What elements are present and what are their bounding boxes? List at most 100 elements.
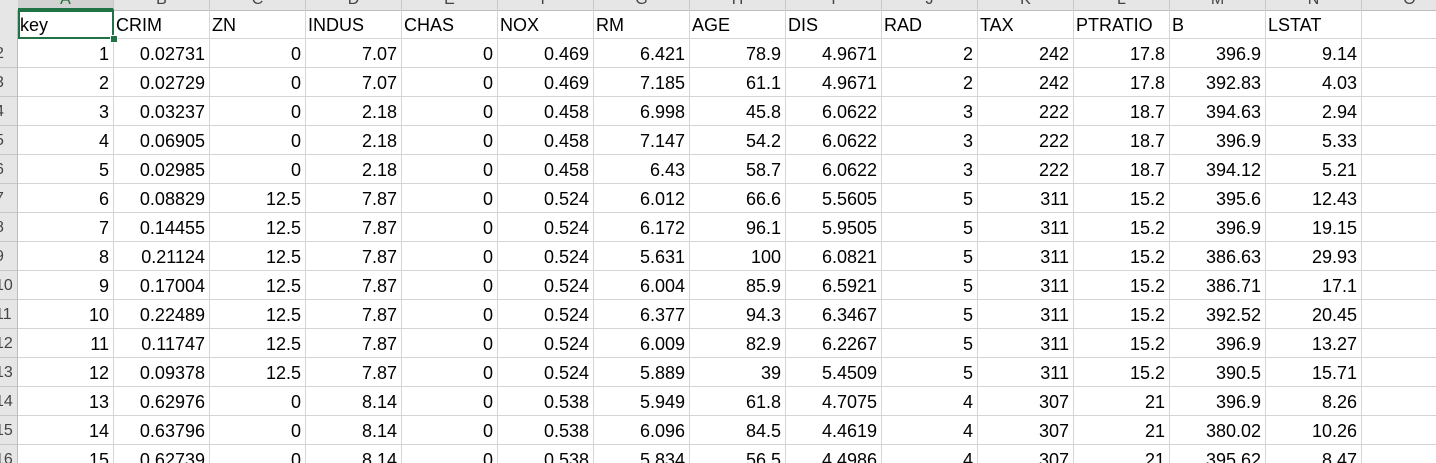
- table-cell[interactable]: 10: [18, 300, 114, 329]
- table-cell[interactable]: 12.5: [210, 358, 306, 387]
- table-cell[interactable]: 0: [402, 184, 498, 213]
- table-cell[interactable]: 14: [18, 416, 114, 445]
- table-cell[interactable]: 18.7: [1074, 97, 1170, 126]
- table-cell[interactable]: 12.5: [210, 300, 306, 329]
- table-cell[interactable]: 0.524: [498, 300, 594, 329]
- table-cell[interactable]: 5.889: [594, 358, 690, 387]
- table-cell[interactable]: 6.0622: [786, 97, 882, 126]
- column-header-b[interactable]: B: [114, 0, 210, 10]
- table-cell[interactable]: 15.2: [1074, 300, 1170, 329]
- table-cell[interactable]: 396.9: [1170, 329, 1266, 358]
- table-cell[interactable]: 0.17004: [114, 271, 210, 300]
- table-cell[interactable]: 0.63796: [114, 416, 210, 445]
- empty-cell[interactable]: [1362, 155, 1436, 184]
- table-cell[interactable]: 5: [882, 300, 978, 329]
- table-cell[interactable]: 39: [690, 358, 786, 387]
- table-cell[interactable]: 61.8: [690, 387, 786, 416]
- column-header-c[interactable]: C: [210, 0, 306, 10]
- row-header[interactable]: 7: [0, 184, 17, 213]
- empty-cell[interactable]: [1362, 300, 1436, 329]
- row-header[interactable]: 2: [0, 39, 17, 68]
- table-cell[interactable]: 10.26: [1266, 416, 1362, 445]
- row-header[interactable]: 8: [0, 213, 17, 242]
- header-cell-indus[interactable]: INDUS: [306, 10, 402, 39]
- table-cell[interactable]: 5.834: [594, 445, 690, 463]
- table-cell[interactable]: 19.15: [1266, 213, 1362, 242]
- table-cell[interactable]: 9.14: [1266, 39, 1362, 68]
- table-cell[interactable]: 311: [978, 271, 1074, 300]
- table-cell[interactable]: 7: [18, 213, 114, 242]
- table-cell[interactable]: 390.5: [1170, 358, 1266, 387]
- header-cell-rad[interactable]: RAD: [882, 10, 978, 39]
- table-cell[interactable]: 0.62976: [114, 387, 210, 416]
- header-cell-lstat[interactable]: LSTAT: [1266, 10, 1362, 39]
- table-cell[interactable]: 311: [978, 242, 1074, 271]
- table-cell[interactable]: 6.172: [594, 213, 690, 242]
- table-cell[interactable]: 13.27: [1266, 329, 1362, 358]
- table-cell[interactable]: 0.21124: [114, 242, 210, 271]
- column-header-k[interactable]: K: [978, 0, 1074, 10]
- table-cell[interactable]: 6.0622: [786, 155, 882, 184]
- table-cell[interactable]: 15.2: [1074, 358, 1170, 387]
- table-cell[interactable]: 45.8: [690, 97, 786, 126]
- column-header-i[interactable]: I: [786, 0, 882, 10]
- table-cell[interactable]: 2.18: [306, 97, 402, 126]
- table-cell[interactable]: 12.43: [1266, 184, 1362, 213]
- table-cell[interactable]: 6.5921: [786, 271, 882, 300]
- table-cell[interactable]: 6.004: [594, 271, 690, 300]
- table-cell[interactable]: 4: [882, 416, 978, 445]
- table-cell[interactable]: 5: [18, 155, 114, 184]
- table-cell[interactable]: 21: [1074, 387, 1170, 416]
- empty-cell[interactable]: [1362, 445, 1436, 463]
- table-cell[interactable]: 394.12: [1170, 155, 1266, 184]
- table-cell[interactable]: 4.7075: [786, 387, 882, 416]
- row-header[interactable]: 9: [0, 242, 17, 271]
- table-cell[interactable]: 0: [402, 68, 498, 97]
- header-cell-rm[interactable]: RM: [594, 10, 690, 39]
- table-cell[interactable]: 0: [402, 97, 498, 126]
- table-cell[interactable]: 0: [210, 97, 306, 126]
- table-cell[interactable]: 6.096: [594, 416, 690, 445]
- table-cell[interactable]: 17.1: [1266, 271, 1362, 300]
- table-cell[interactable]: 311: [978, 329, 1074, 358]
- table-cell[interactable]: 6: [18, 184, 114, 213]
- table-cell[interactable]: 15.71: [1266, 358, 1362, 387]
- table-cell[interactable]: 7.185: [594, 68, 690, 97]
- row-header[interactable]: 12: [0, 329, 17, 358]
- table-cell[interactable]: 0.03237: [114, 97, 210, 126]
- table-cell[interactable]: 8: [18, 242, 114, 271]
- table-cell[interactable]: 12.5: [210, 184, 306, 213]
- table-cell[interactable]: 0.458: [498, 126, 594, 155]
- table-cell[interactable]: 3: [882, 97, 978, 126]
- table-cell[interactable]: 7.87: [306, 242, 402, 271]
- table-cell[interactable]: 0: [402, 213, 498, 242]
- table-cell[interactable]: 84.5: [690, 416, 786, 445]
- table-cell[interactable]: 6.998: [594, 97, 690, 126]
- table-cell[interactable]: 0.524: [498, 184, 594, 213]
- table-cell[interactable]: 0: [402, 329, 498, 358]
- table-cell[interactable]: 0.524: [498, 358, 594, 387]
- table-cell[interactable]: 0.524: [498, 329, 594, 358]
- table-cell[interactable]: 1: [18, 39, 114, 68]
- table-cell[interactable]: 0.02985: [114, 155, 210, 184]
- table-cell[interactable]: 0.458: [498, 155, 594, 184]
- table-cell[interactable]: 395.6: [1170, 184, 1266, 213]
- table-cell[interactable]: 396.9: [1170, 213, 1266, 242]
- table-cell[interactable]: 6.0622: [786, 126, 882, 155]
- row-header[interactable]: 5: [0, 126, 17, 155]
- table-cell[interactable]: 56.5: [690, 445, 786, 463]
- table-cell[interactable]: 2: [882, 39, 978, 68]
- table-cell[interactable]: 15.2: [1074, 329, 1170, 358]
- table-cell[interactable]: 0: [210, 155, 306, 184]
- table-cell[interactable]: 5: [882, 358, 978, 387]
- header-cell-crim[interactable]: CRIM: [114, 10, 210, 39]
- table-cell[interactable]: 0.22489: [114, 300, 210, 329]
- table-cell[interactable]: 0: [402, 358, 498, 387]
- table-cell[interactable]: 0.524: [498, 213, 594, 242]
- table-cell[interactable]: 392.83: [1170, 68, 1266, 97]
- table-cell[interactable]: 307: [978, 416, 1074, 445]
- empty-cell[interactable]: [1362, 10, 1436, 39]
- row-header[interactable]: 13: [0, 358, 17, 387]
- fill-handle[interactable]: [110, 35, 118, 43]
- header-cell-b[interactable]: B: [1170, 10, 1266, 39]
